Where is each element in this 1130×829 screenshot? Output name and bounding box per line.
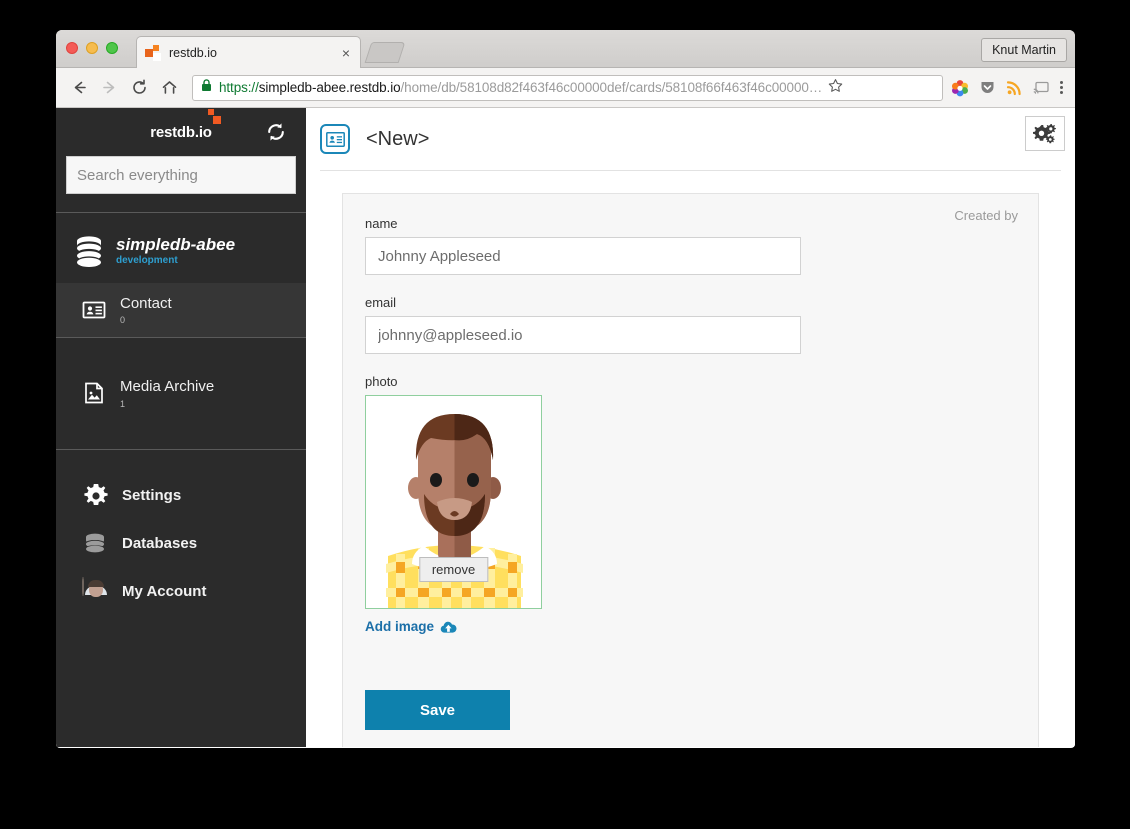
restdb-favicon-icon	[145, 44, 161, 61]
gears-icon	[1033, 123, 1056, 143]
cloud-upload-icon	[440, 620, 457, 634]
sidebar-header: restdb.io	[56, 108, 306, 213]
record-header: <New>	[306, 108, 1075, 170]
database-labels: simpledb-abee development	[116, 234, 236, 267]
new-tab-button[interactable]	[364, 42, 406, 63]
restdb-logo[interactable]: restdb.io	[150, 108, 221, 141]
sidebar-item-my-account[interactable]: My Account	[56, 568, 306, 616]
forward-arrow-icon	[96, 75, 122, 101]
bookmark-star-icon[interactable]	[828, 78, 844, 98]
browser-profile-button[interactable]: Knut Martin	[981, 38, 1067, 62]
field-photo: photo remove Add image	[365, 374, 1016, 636]
back-arrow-icon[interactable]	[66, 75, 92, 101]
logo-square-large-icon	[212, 115, 221, 124]
header-divider	[320, 170, 1061, 171]
sidebar-logo-row: restdb.io	[66, 108, 296, 156]
sidebar-item-media-archive[interactable]: Media Archive 1	[56, 366, 306, 420]
gear-icon	[82, 482, 110, 510]
record-form-panel: Created by name email photo	[342, 193, 1039, 747]
sidebar-item-contact-count: 0	[120, 315, 126, 326]
cast-icon[interactable]	[1032, 79, 1050, 97]
sidebar-item-media-text: Media Archive 1	[120, 378, 214, 408]
refresh-icon[interactable]	[266, 122, 286, 142]
sidebar-item-databases[interactable]: Databases	[56, 520, 306, 568]
sidebar-item-settings-label: Settings	[122, 487, 182, 504]
secure-lock-icon	[201, 78, 213, 97]
avatar-icon	[82, 576, 110, 606]
database-icon	[74, 235, 104, 267]
browser-tab-title: restdb.io	[169, 45, 217, 60]
maximize-window-button[interactable]	[106, 42, 118, 54]
browser-tab[interactable]: restdb.io ×	[136, 36, 361, 68]
sidebar-item-contact-label: Contact	[120, 295, 172, 312]
sidebar-bottom-section: Settings Databases My Account	[56, 450, 306, 626]
home-icon[interactable]	[156, 75, 182, 101]
sidebar-item-settings[interactable]: Settings	[56, 472, 306, 520]
main-content: <New> Created by name Johnny Appleseed e…	[306, 108, 1075, 747]
field-email: email	[365, 295, 1016, 354]
sidebar-item-databases-label: Databases	[122, 535, 198, 552]
browser-extension-icons	[949, 79, 1050, 97]
database-name: simpledb-abee	[116, 234, 236, 254]
chrome-menu-icon[interactable]	[1060, 81, 1063, 94]
sidebar-database-section: simpledb-abee development Contact 0	[56, 213, 306, 339]
url-host: simpledb-abee.restdb.io	[258, 80, 401, 95]
url-path: /home/db/58108d82f463f46c00000def/cards/…	[400, 80, 823, 95]
browser-toolbar: https://simpledb-abee.restdb.io/home/db/…	[56, 68, 1075, 108]
colorful-extension-icon[interactable]	[951, 79, 969, 97]
settings-gears-button[interactable]	[1025, 116, 1065, 151]
sidebar-item-contact[interactable]: Contact 0	[56, 283, 306, 338]
avatar	[82, 576, 107, 597]
sidebar-item-media-count: 1	[120, 398, 126, 409]
address-bar[interactable]: https://simpledb-abee.restdb.io/home/db/…	[192, 74, 943, 101]
search-input[interactable]	[66, 156, 296, 194]
database-environment: development	[116, 255, 178, 267]
image-file-icon	[82, 381, 106, 405]
sidebar-item-my-account-label: My Account	[122, 583, 207, 600]
minimize-window-button[interactable]	[86, 42, 98, 54]
browser-tab-strip: restdb.io × Knut Martin	[56, 30, 1075, 68]
sidebar-media-section: Media Archive 1	[56, 338, 306, 450]
contact-card-icon	[320, 124, 350, 154]
database-icon	[82, 530, 110, 558]
contact-card-icon	[82, 298, 106, 322]
database-row[interactable]: simpledb-abee development	[56, 213, 306, 283]
close-window-button[interactable]	[66, 42, 78, 54]
sidebar: restdb.io Search everything simpledb-abe…	[56, 108, 306, 747]
save-button[interactable]: Save	[365, 690, 510, 730]
add-image-label: Add image	[365, 619, 435, 634]
url-scheme: https://	[219, 80, 259, 95]
logo-square-small-icon	[207, 108, 214, 115]
restdb-logo-text: restdb.io	[150, 123, 212, 141]
email-input[interactable]	[365, 316, 801, 354]
field-name: name	[365, 216, 1016, 275]
window-traffic-lights	[66, 42, 118, 54]
close-tab-icon[interactable]: ×	[340, 46, 352, 60]
field-photo-label: photo	[365, 374, 398, 389]
sidebar-item-media-label: Media Archive	[120, 378, 215, 396]
browser-window: restdb.io × Knut Martin https://simpledb…	[56, 30, 1075, 748]
created-by-label: Created by	[954, 208, 1018, 223]
field-name-label: name	[365, 216, 398, 231]
name-input[interactable]	[365, 237, 801, 275]
photo-preview[interactable]: remove	[365, 395, 542, 609]
address-bar-url: https://simpledb-abee.restdb.io/home/db/…	[219, 80, 822, 95]
remove-photo-button[interactable]: remove	[418, 557, 489, 582]
sidebar-item-contact-text: Contact 0	[120, 295, 172, 325]
browser-profile-label: Knut Martin	[992, 43, 1056, 57]
page-title: <New>	[366, 127, 430, 150]
field-email-label: email	[365, 295, 397, 310]
reload-icon[interactable]	[126, 75, 152, 101]
add-image-link[interactable]: Add image	[365, 619, 457, 634]
app-body: restdb.io Search everything simpledb-abe…	[56, 108, 1075, 747]
rss-icon[interactable]	[1005, 79, 1023, 97]
shield-icon[interactable]	[978, 79, 996, 97]
